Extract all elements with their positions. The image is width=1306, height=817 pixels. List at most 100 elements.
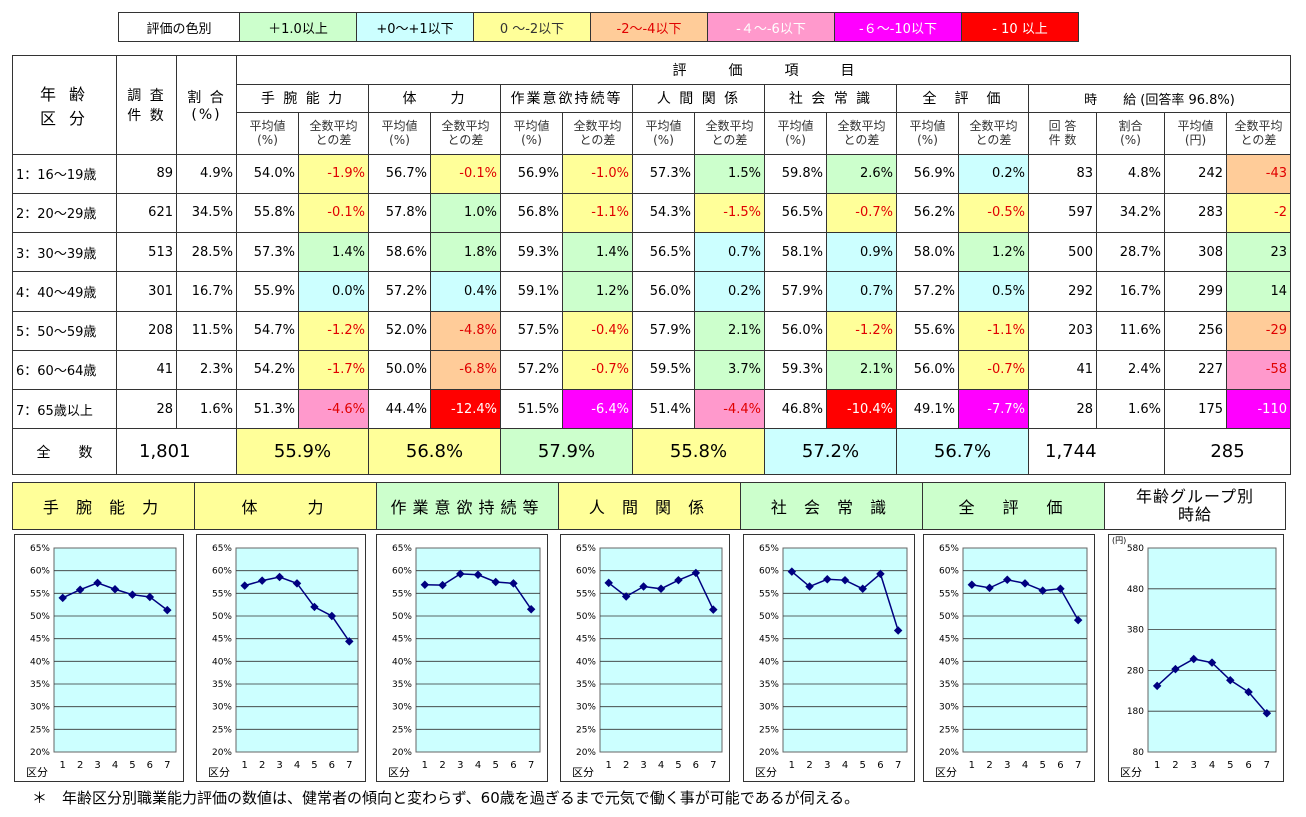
x-tick-label: 1 [789,760,795,771]
wage-avg-cell: 283 [1164,192,1227,234]
avg-cell: 58.6% [368,232,431,273]
subheader-diff: 全数平均 との差 [430,112,501,155]
diff-cell: 0.5% [958,271,1029,312]
y-tick-label: 25% [212,725,232,735]
ratio-cell: 16.7% [176,271,237,312]
total-count: 1,801 [116,428,237,475]
diff-cell: -0.1% [298,192,369,234]
y-tick-label: 60% [30,567,50,577]
diff-cell: 0.7% [826,271,897,312]
diff-cell: 3.7% [694,349,765,391]
subheader-wratio: 割合 (%) [1096,112,1165,155]
total-wage-count: 1,744 [1028,428,1165,475]
subheader-diff: 全数平均 との差 [562,112,633,155]
age-cell: 2：20〜29歳 [12,192,117,234]
x-tick-label: 2 [1172,760,1178,771]
wage-avg-cell: 227 [1164,349,1227,391]
wage-count-cell: 500 [1028,232,1097,273]
ratio-cell: 11.5% [176,310,237,351]
x-tick-label: 4 [294,760,300,771]
x-tick-label: 5 [1227,760,1233,771]
subheader-avg: 平均値 (%) [764,112,827,155]
plot-area [599,547,723,753]
x-tick-label: 4 [112,760,118,771]
avg-cell: 55.8% [236,192,299,234]
y-tick-label: 65% [392,544,412,554]
age-cell: 5：50〜59歳 [12,310,117,351]
chart-titles: 手 腕 能 力体 力作業意欲持続等人 間 関 係社 会 常 識全 評 価年齢グル… [12,482,1287,530]
diff-cell: 2.6% [826,153,897,194]
x-tick-label: 4 [1022,760,1028,771]
y-tick-label: 25% [30,725,50,735]
x-tick-label: 6 [1245,760,1251,771]
age-cell: 3：30〜39歳 [12,232,117,273]
avg-cell: 44.4% [368,389,431,430]
avg-cell: 51.3% [236,389,299,430]
y-tick-label: 35% [30,680,50,690]
y-tick-label: 45% [30,635,50,645]
chart-title: 体 力 [194,482,377,530]
avg-cell: 56.2% [896,192,959,234]
x-tick-label: 2 [77,760,83,771]
y-tick-label: 40% [30,657,50,667]
y-tick-label: 45% [939,635,959,645]
x-tick-label: 6 [877,760,883,771]
diff-cell: 1.2% [562,271,633,312]
avg-cell: 55.6% [896,310,959,351]
plot-area [962,547,1088,753]
subheader-avg: 平均値 (%) [500,112,563,155]
avg-cell: 46.8% [764,389,827,430]
wage-diff-cell: -110 [1226,389,1291,430]
avg-cell: 54.3% [632,192,695,234]
diff-cell: -1.5% [694,192,765,234]
line-chart: 20%25%30%35%40%45%50%55%60%65%1 2 3 4 5 6 7区分 [743,534,915,782]
x-axis-label: 区分 [1120,766,1142,779]
avg-cell: 56.0% [896,349,959,391]
x-axis-label: 区分 [208,766,230,779]
diff-cell: -0.4% [562,310,633,351]
wage-ratio-cell: 16.7% [1096,271,1165,312]
wage-diff-cell: -2 [1226,192,1291,234]
subheader-diff: 全数平均 との差 [694,112,765,155]
chart-title: 全 評 価 [922,482,1105,530]
evaluation-table: 年 齢区 分調 査件 数割 合 (%) 評 価 項 目手 腕 能 力体 力作業意欲持… [12,55,1291,475]
avg-cell: 57.9% [632,310,695,351]
avg-cell: 52.0% [368,310,431,351]
wage-ratio-cell: 4.8% [1096,153,1165,194]
avg-cell: 59.5% [632,349,695,391]
x-tick-label: 5 [675,760,681,771]
wage-avg-cell: 256 [1164,310,1227,351]
y-tick-label: 40% [759,657,779,667]
diff-cell: -12.4% [430,389,501,430]
ratio-cell: 34.5% [176,192,237,234]
header-item: 体 力 [368,83,501,114]
x-axis-label: 区分 [572,766,594,779]
diff-cell: -1.0% [562,153,633,194]
x-tick-label: 6 [510,760,516,771]
y-tick-label: 45% [392,635,412,645]
subheader-wcount: 回 答件 数 [1028,112,1097,155]
diff-cell: -4.6% [298,389,369,430]
age-cell: 4：40〜49歳 [12,271,117,312]
y-axis-label: (円) [1112,536,1126,545]
x-axis-label: 区分 [935,766,957,779]
plot-area [235,547,359,753]
y-tick-label: 50% [759,612,779,622]
ratio-cell: 1.6% [176,389,237,430]
footnote: ＊ 年齢区分別職業能力評価の数値は、健常者の傾向と変わらず、60歳を過ぎるまで元… [32,789,860,807]
ratio-cell: 28.5% [176,232,237,273]
diff-cell: -7.7% [958,389,1029,430]
x-tick-label: 5 [493,760,499,771]
y-tick-label: 30% [576,703,596,713]
chart-title: 手 腕 能 力 [12,482,195,530]
legend-item: +0〜+1以下 [356,12,474,42]
wage-diff-cell: -43 [1226,153,1291,194]
diff-cell: -0.7% [562,349,633,391]
plot-area [1147,547,1277,753]
legend-header: 評価の色別 [118,12,240,42]
avg-cell: 57.2% [500,349,563,391]
avg-cell: 50.0% [368,349,431,391]
y-tick-label: 580 [1127,544,1144,554]
x-axis-label: 区分 [26,766,48,779]
x-tick-label: 3 [824,760,830,771]
